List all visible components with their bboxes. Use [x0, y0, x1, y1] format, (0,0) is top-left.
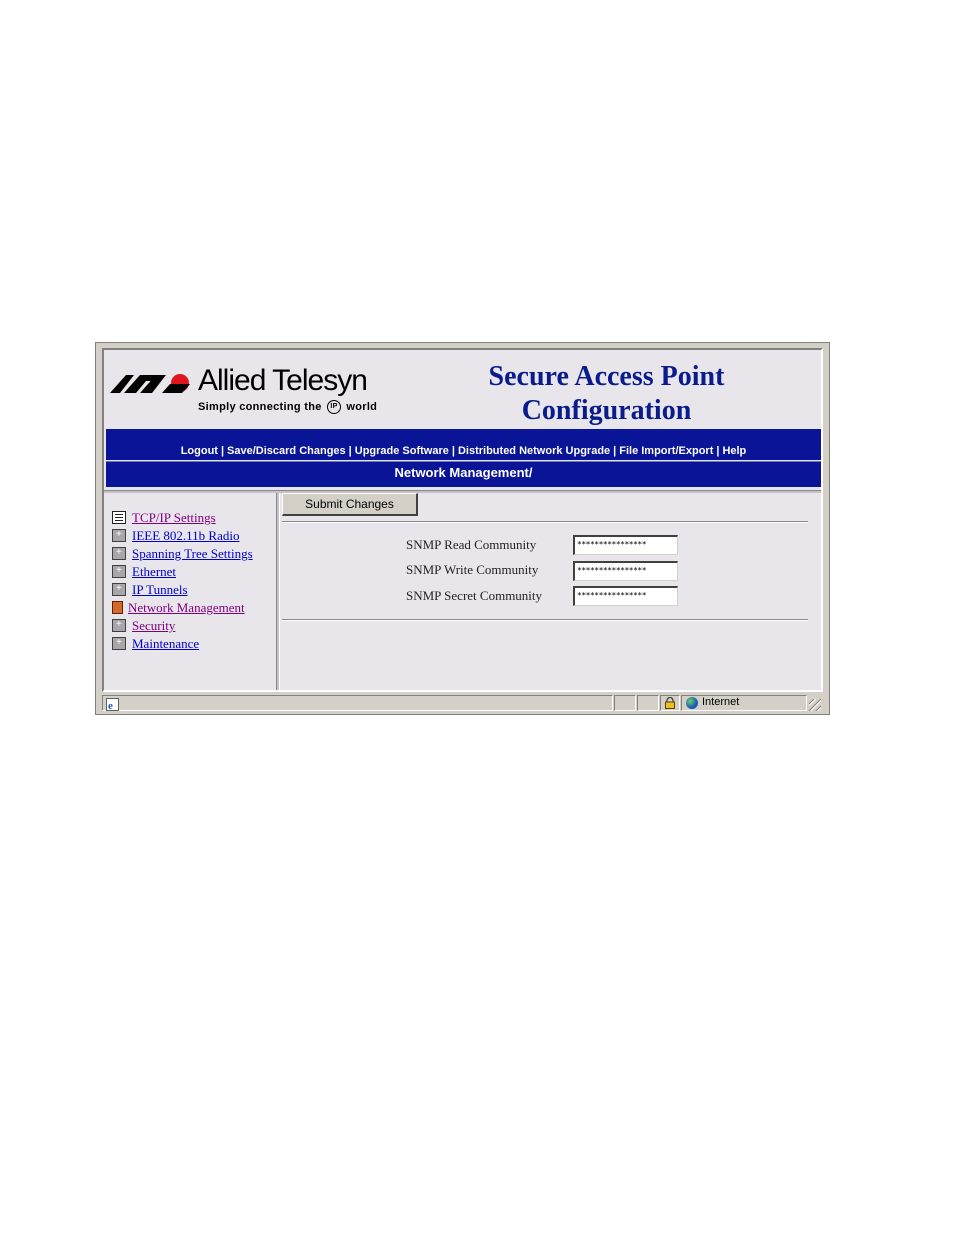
snmp-secret-label: SNMP Secret Community — [406, 588, 543, 603]
status-main-cell: e — [102, 695, 613, 711]
status-bar: e Internet — [102, 694, 823, 712]
folder-icon[interactable] — [112, 545, 126, 561]
sidebar-item-label[interactable]: IP Tunnels — [132, 582, 188, 598]
lock-icon — [665, 697, 675, 709]
sidebar-item-label[interactable]: Maintenance — [132, 636, 199, 652]
status-zone-cell: Internet — [681, 695, 807, 711]
page-frame: Allied Telesyn Simply connecting the IP … — [102, 348, 823, 692]
sidebar: TCP/IP Settings IEEE 802.11b Radio Spann… — [104, 493, 276, 690]
document-active-icon — [112, 601, 123, 614]
nav-links: Logout | Save/Discard Changes | Upgrade Soft… — [106, 442, 821, 460]
snmp-read-input[interactable]: **************** — [573, 535, 678, 555]
ie-page-icon: e — [106, 698, 119, 711]
folder-icon[interactable] — [112, 617, 126, 633]
snmp-write-label: SNMP Write Community — [406, 562, 539, 577]
allied-telesyn-logo: Allied Telesyn Simply connecting the IP … — [110, 364, 390, 414]
nav-upgrade-software[interactable]: Upgrade Software — [355, 445, 449, 457]
submit-changes-button[interactable]: Submit Changes — [282, 493, 418, 516]
nav-bar-top — [106, 429, 821, 442]
allied-telesyn-logo-mark — [110, 374, 190, 393]
tagline-post: world — [346, 400, 378, 413]
nav-logout[interactable]: Logout — [181, 445, 218, 457]
snmp-read-label: SNMP Read Community — [406, 537, 537, 552]
ip-badge-icon: IP — [327, 400, 342, 414]
sidebar-item-label[interactable]: Spanning Tree Settings — [132, 546, 253, 562]
folder-icon[interactable] — [112, 635, 126, 651]
sidebar-item-label[interactable]: Network Management — [128, 600, 245, 616]
folder-icon[interactable] — [112, 581, 126, 597]
nav-file-import-export[interactable]: File Import/Export — [619, 445, 713, 457]
section-title: Network Management/ — [106, 461, 821, 487]
zone-label: Internet — [702, 696, 740, 708]
divider-bottom — [282, 619, 808, 621]
title-line-2: Configuration — [521, 395, 692, 426]
logo-tagline: Simply connecting the IP world — [198, 400, 377, 414]
divider-top — [282, 521, 808, 523]
resize-grip-icon[interactable] — [809, 699, 821, 711]
tagline-pre: Simply connecting the — [198, 400, 322, 413]
main-content: Submit Changes SNMP Read Community *****… — [280, 493, 821, 690]
sidebar-item-label[interactable]: Security — [132, 618, 175, 634]
sidebar-item-label[interactable]: Ethernet — [132, 564, 176, 580]
folder-icon[interactable] — [112, 563, 126, 579]
nav-save-discard[interactable]: Save/Discard Changes — [227, 445, 346, 457]
nav-distributed-upgrade[interactable]: Distributed Network Upgrade — [458, 445, 610, 457]
snmp-secret-input[interactable]: **************** — [573, 586, 678, 606]
sidebar-item-label[interactable]: TCP/IP Settings — [132, 510, 216, 526]
sidebar-item-label[interactable]: IEEE 802.11b Radio — [132, 528, 239, 544]
header: Allied Telesyn Simply connecting the IP … — [104, 350, 821, 490]
logo-name: Allied Telesyn — [198, 364, 368, 397]
svg-text:e: e — [108, 700, 113, 711]
status-cell-lock — [660, 695, 680, 711]
folder-icon[interactable] — [112, 527, 126, 543]
document-icon — [112, 511, 126, 524]
status-cell-2 — [637, 695, 659, 711]
globe-icon — [686, 697, 698, 709]
nav-help[interactable]: Help — [722, 445, 746, 457]
snmp-write-input[interactable]: **************** — [573, 561, 678, 581]
page-title: Secure Access Point Configuration — [444, 360, 769, 428]
title-line-1: Secure Access Point — [488, 361, 725, 392]
status-cell-1 — [614, 695, 636, 711]
browser-window: Allied Telesyn Simply connecting the IP … — [95, 342, 830, 715]
